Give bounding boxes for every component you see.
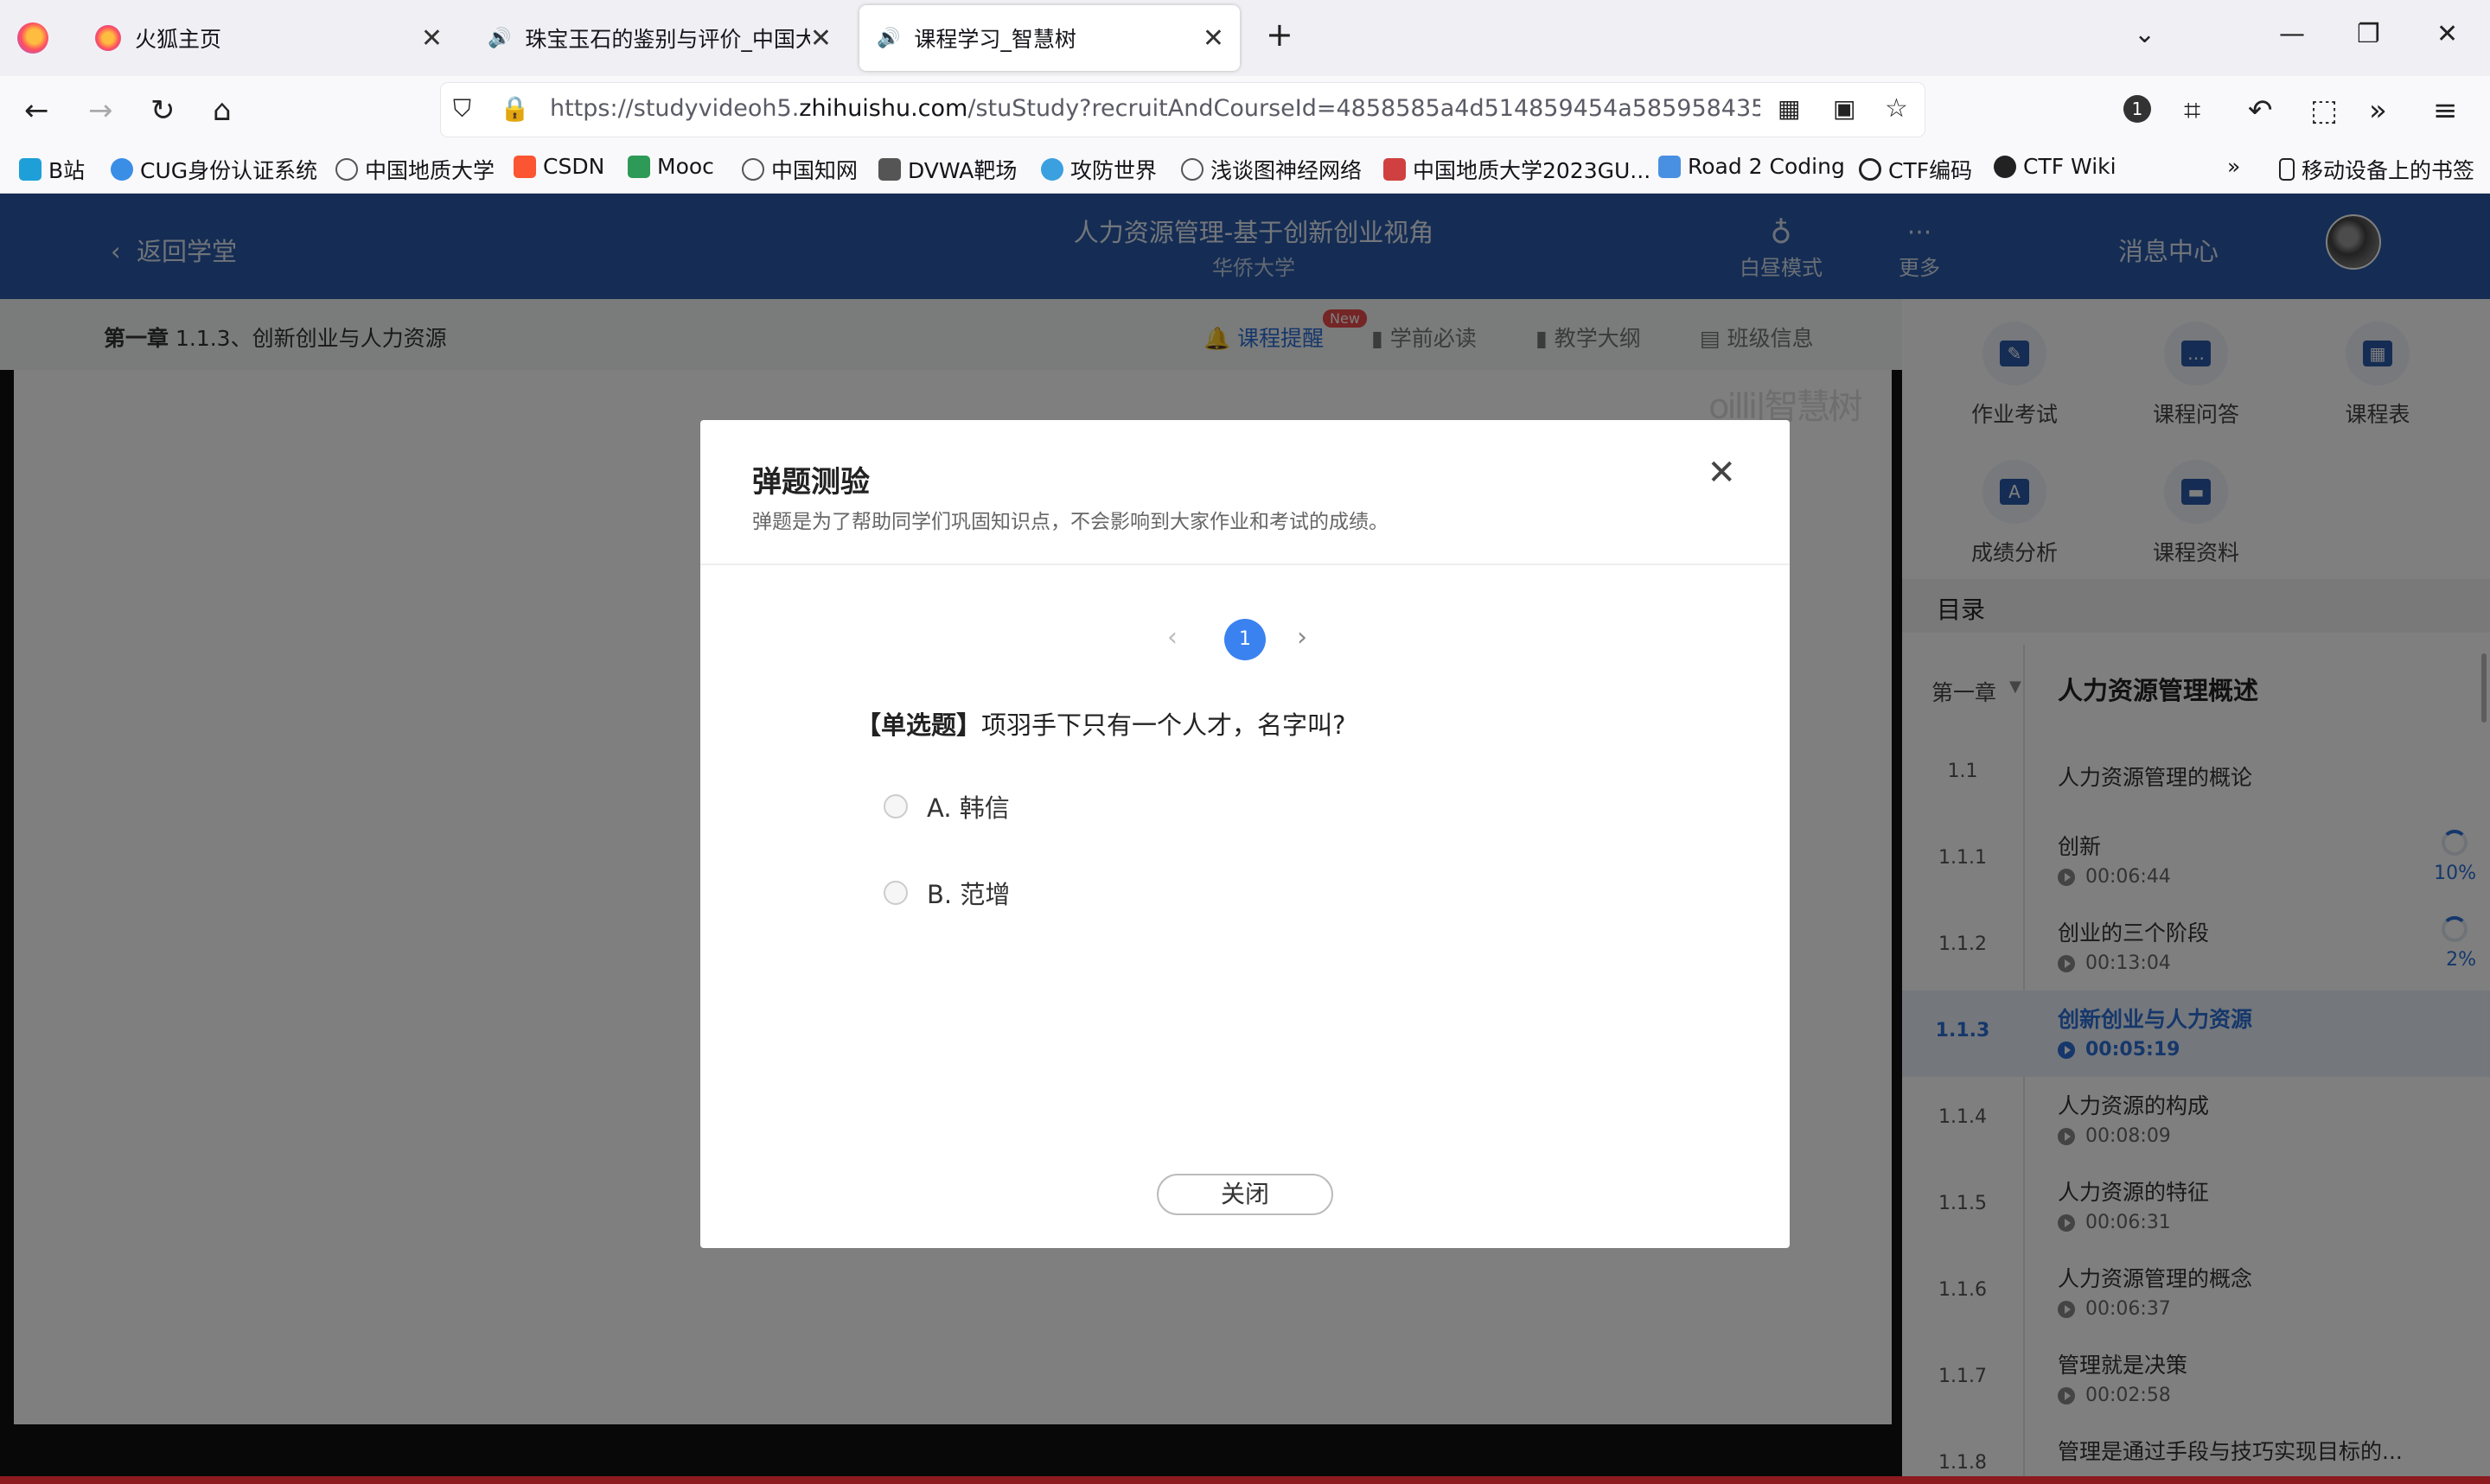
bookmark-item[interactable]: 中国知网: [742, 154, 858, 185]
question-text: 【单选题】项羽手下只有一个人才，名字叫?: [856, 710, 1346, 740]
bookmark-item[interactable]: B站: [19, 154, 85, 185]
dialog-subtitle: 弹题是为了帮助同学们巩固知识点，不会影响到大家作业和考试的成绩。: [752, 511, 1389, 533]
reload-icon[interactable]: ↻: [150, 90, 176, 131]
shield-icon[interactable]: ⛉: [453, 88, 471, 130]
close-button[interactable]: 关闭: [1157, 1174, 1333, 1215]
url-text[interactable]: https://studyvideoh5.zhihuishu.com/stuSt…: [550, 95, 1760, 122]
new-tab-icon[interactable]: +: [1266, 16, 1293, 54]
list-tabs-icon[interactable]: ⌄: [2134, 19, 2155, 49]
bookmark-item[interactable]: Road 2 Coding: [1658, 154, 1845, 179]
close-window-icon[interactable]: ✕: [2436, 19, 2458, 49]
undo-icon[interactable]: ↶: [2248, 90, 2273, 131]
firefox-menu-icon[interactable]: [17, 22, 48, 54]
divider: [700, 564, 1790, 565]
radio-button[interactable]: [884, 881, 908, 905]
answer-option-b[interactable]: B. 范增: [884, 875, 1010, 911]
close-tab-icon[interactable]: ✕: [421, 23, 443, 54]
firefox-icon: [95, 25, 121, 51]
url-bar[interactable]: ⛉ 🔒 https://studyvideoh5.zhihuishu.com/s…: [441, 83, 1925, 137]
bookmarks-overflow-icon[interactable]: »: [2227, 154, 2240, 179]
restore-icon[interactable]: ❐: [2357, 19, 2380, 49]
home-icon[interactable]: ⌂: [213, 90, 232, 131]
bookmark-star-icon[interactable]: ☆: [1885, 88, 1908, 130]
answer-option-a[interactable]: A. 韩信: [884, 788, 1010, 825]
minimize-icon[interactable]: —: [2279, 19, 2305, 49]
browser-tab-strip: 火狐主页 ✕ 🔊 珠宝玉石的鉴别与评价_中国大学 ✕ 🔊 课程学习_智慧树 ✕ …: [0, 0, 2490, 76]
page-number[interactable]: 1: [1224, 619, 1266, 660]
menu-icon[interactable]: ≡: [2433, 90, 2458, 131]
tab-title: 火狐主页: [135, 27, 222, 52]
bookmark-item[interactable]: 中国地质大学2023GU...: [1383, 154, 1650, 185]
csdn-icon: [514, 155, 536, 178]
adworld-icon: [1041, 158, 1063, 181]
radio-button[interactable]: [884, 794, 908, 818]
close-icon[interactable]: ✕: [1707, 453, 1736, 493]
ctf-encode-icon: [1859, 158, 1881, 181]
globe-icon: [1181, 158, 1204, 181]
close-tab-icon[interactable]: ✕: [1203, 23, 1224, 54]
globe-icon: [335, 158, 358, 181]
notification-badge[interactable]: 1: [2123, 95, 2151, 123]
mooc-icon: [628, 155, 650, 178]
bookmark-item[interactable]: DVWA靶场: [878, 154, 1017, 185]
dvwa-icon: [878, 158, 901, 181]
extensions-icon[interactable]: ⬚: [2310, 90, 2338, 131]
tab-firefox-home[interactable]: 火狐主页 ✕: [86, 5, 458, 71]
cug-icon: [1383, 158, 1406, 181]
bookmark-item[interactable]: Mooc: [628, 154, 714, 179]
screenshot-icon[interactable]: ⌗: [2184, 90, 2200, 131]
reader-mode-icon[interactable]: ▣: [1833, 88, 1855, 130]
chevron-right-icon[interactable]: ›: [1297, 622, 1307, 653]
quiz-dialog: 弹题测验 弹题是为了帮助同学们巩固知识点，不会影响到大家作业和考试的成绩。 ✕ …: [700, 420, 1790, 1248]
ctf-wiki-icon: [1994, 155, 2016, 178]
forward-icon[interactable]: →: [88, 90, 113, 131]
phone-icon: [2279, 158, 2295, 181]
qr-code-icon[interactable]: ▦: [1778, 88, 1800, 130]
bookmark-item[interactable]: CTF Wiki: [1994, 154, 2116, 179]
footprint-icon: [1658, 155, 1681, 178]
bookmarks-bar: B站 CUG身份认证系统 中国地质大学 CSDN Mooc 中国知网 DVWA靶…: [0, 145, 2490, 194]
overflow-icon[interactable]: »: [2369, 90, 2387, 131]
tab-title: 课程学习_智慧树: [914, 27, 1076, 52]
lock-icon[interactable]: 🔒: [500, 88, 530, 130]
tab-course-study[interactable]: 🔊 课程学习_智慧树 ✕: [859, 5, 1240, 71]
bookmark-item[interactable]: CTF编码: [1859, 154, 1972, 185]
bookmark-item[interactable]: 浅谈图神经网络: [1181, 154, 1362, 185]
bilibili-icon: [19, 158, 42, 181]
dialog-title: 弹题测验: [752, 465, 870, 500]
bookmark-item[interactable]: CSDN: [514, 154, 604, 179]
globe-icon: [742, 158, 764, 181]
question-pager: ‹ 1 ›: [1167, 619, 1323, 660]
tab-title: 珠宝玉石的鉴别与评价_中国大学: [525, 27, 811, 52]
bookmark-item[interactable]: CUG身份认证系统: [111, 154, 317, 185]
globe-icon: [111, 158, 133, 181]
bookmark-item[interactable]: 中国地质大学: [335, 154, 495, 185]
chevron-left-icon[interactable]: ‹: [1167, 622, 1178, 653]
bookmark-item[interactable]: 攻防世界: [1041, 154, 1157, 185]
browser-nav-bar: ← → ↻ ⌂ ⛉ 🔒 https://studyvideoh5.zhihuis…: [0, 76, 2490, 145]
tab-jewelry-course[interactable]: 🔊 珠宝玉石的鉴别与评价_中国大学 ✕: [476, 5, 847, 71]
close-tab-icon[interactable]: ✕: [810, 23, 832, 54]
speaker-icon[interactable]: 🔊: [488, 28, 511, 49]
mobile-bookmarks[interactable]: 移动设备上的书签: [2279, 154, 2474, 185]
taskbar-strip: [0, 1476, 2490, 1484]
back-icon[interactable]: ←: [24, 90, 49, 131]
speaker-icon[interactable]: 🔊: [877, 28, 900, 49]
